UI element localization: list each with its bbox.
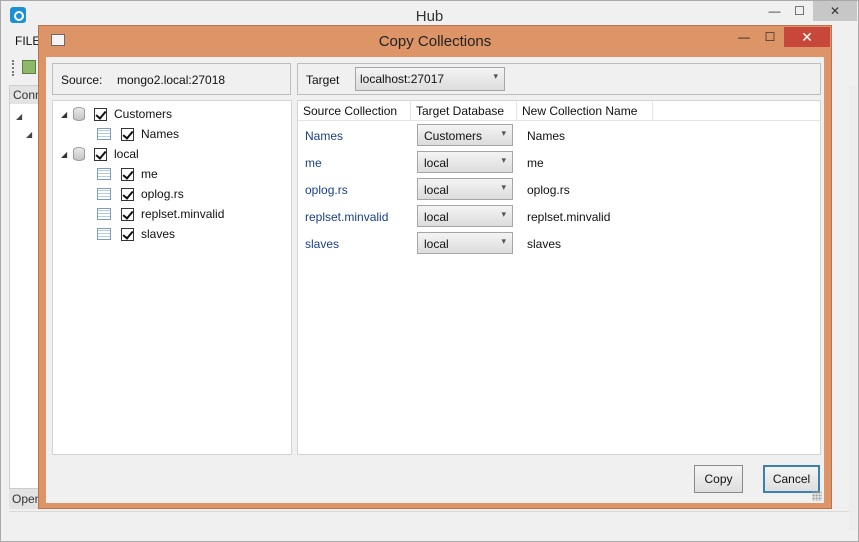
target-database-value: local [424,237,449,251]
new-collection-name-cell[interactable]: slaves [527,237,561,251]
target-database-value: Customers [424,129,483,143]
source-label: Source: [61,73,103,87]
database-icon [73,107,85,121]
chevron-down-icon: ▾ [501,128,506,138]
tree-label: Names [141,127,180,141]
database-icon [73,147,85,161]
source-collection-cell: replset.minvalid [305,210,389,224]
tree-node-customers[interactable]: ◢ Customers [61,105,172,123]
new-collection-name-cell[interactable]: Names [527,129,565,143]
collection-icon [97,228,111,240]
connections-panel: Connections ◢ ◢ [9,85,42,489]
collapse-triangle-icon[interactable]: ◢ [26,130,32,139]
target-database-dropdown[interactable]: local ▾ [417,178,513,200]
tree-node-me[interactable]: me [97,165,158,183]
table-row[interactable]: replset.minvalid local ▾ replset.minvali… [298,203,820,230]
tree-label: slaves [141,227,176,241]
source-collection-cell: Names [305,129,344,143]
new-collection-name-cell[interactable]: me [527,156,544,170]
target-label: Target [306,73,340,87]
tree-node-replset-minvalid[interactable]: replset.minvalid [97,205,224,223]
main-maximize-button[interactable]: ☐ [786,1,813,21]
new-collection-name-cell[interactable]: oplog.rs [527,183,570,197]
main-window-title: Hub [415,8,444,25]
tree-node-slaves[interactable]: slaves [97,225,175,243]
collection-icon [97,208,111,220]
main-minimize-button[interactable]: — [761,1,788,21]
expand-arrow-icon[interactable]: ◢ [61,150,73,159]
chevron-down-icon: ▾ [501,155,506,165]
table-row[interactable]: oplog.rs local ▾ oplog.rs [298,176,820,203]
checkbox-customers[interactable] [94,107,107,121]
collection-icon [97,188,111,200]
dialog-title: Copy Collections [378,33,492,50]
new-collection-name-cell[interactable]: replset.minvalid [527,210,610,224]
chevron-down-icon: ▾ [501,236,506,246]
tree-node-local[interactable]: ◢ local [61,145,139,163]
checkbox-replset-minvalid[interactable] [121,207,134,221]
dialog-close-button[interactable]: ✕ [784,27,830,47]
collections-tree: ◢ Customers Names ◢ local me oplog.rs re… [52,100,292,455]
checkbox-oplog[interactable] [121,187,134,201]
main-scrollbar[interactable] [849,85,857,531]
tree-label: me [141,167,158,181]
target-server-dropdown[interactable]: localhost:27017 ▾ [355,67,505,91]
table-row[interactable]: slaves local ▾ slaves [298,230,820,257]
collection-icon [97,168,111,180]
main-bottom-area [9,511,849,533]
chevron-down-icon: ▾ [501,182,506,192]
collapse-triangle-icon[interactable]: ◢ [16,112,22,121]
dialog-minimize-button[interactable]: — [731,27,757,47]
source-box: Source: mongo2.local:27018 [52,63,291,95]
target-database-dropdown[interactable]: local ▾ [417,151,513,173]
source-collection-cell: oplog.rs [305,183,348,197]
mapping-grid: Source Collection Target Database New Co… [297,100,821,455]
tree-label: Customers [114,107,173,121]
column-header-target-db[interactable]: Target Database [411,101,517,121]
expand-arrow-icon[interactable]: ◢ [61,110,73,119]
tree-label: local [114,147,139,161]
target-server-value: localhost:27017 [360,72,445,86]
tree-node-oplog[interactable]: oplog.rs [97,185,184,203]
checkbox-slaves[interactable] [121,227,134,241]
target-database-dropdown[interactable]: Customers ▾ [417,124,513,146]
tree-label: oplog.rs [141,187,184,201]
tree-node-names[interactable]: Names [97,125,179,143]
source-value: mongo2.local:27018 [117,73,226,87]
dialog-body: Source: mongo2.local:27018 Target localh… [46,57,824,503]
add-connection-icon[interactable] [22,60,36,74]
table-row[interactable]: me local ▾ me [298,149,820,176]
column-header-new-name[interactable]: New Collection Name [517,101,653,121]
collection-icon [97,128,111,140]
target-database-value: local [424,156,449,170]
tree-label: replset.minvalid [141,207,225,221]
grid-header: Source Collection Target Database New Co… [298,101,820,121]
chevron-down-icon: ▾ [493,71,498,81]
copy-collections-dialog: Copy Collections — ☐ ✕ Source: mongo2.lo… [38,25,832,509]
source-collection-cell: me [305,156,322,170]
copy-button[interactable]: Copy [694,465,743,493]
dialog-maximize-button[interactable]: ☐ [757,27,783,47]
checkbox-local[interactable] [94,147,107,161]
target-database-value: local [424,183,449,197]
target-box: Target localhost:27017 ▾ [297,63,821,95]
chevron-down-icon: ▾ [501,209,506,219]
cancel-button[interactable]: Cancel [763,465,820,493]
column-header-source[interactable]: Source Collection [298,101,411,121]
status-bar-label: Open [9,489,41,509]
target-database-dropdown[interactable]: local ▾ [417,205,513,227]
checkbox-names[interactable] [121,127,134,141]
source-collection-cell: slaves [305,237,340,251]
table-row[interactable]: Names Customers ▾ Names [298,122,820,149]
checkbox-me[interactable] [121,167,134,181]
resize-grip-icon[interactable] [812,491,822,501]
toolbar-grip[interactable] [12,60,14,76]
target-database-value: local [424,210,449,224]
main-close-button[interactable]: ✕ [813,1,857,21]
target-database-dropdown[interactable]: local ▾ [417,232,513,254]
dialog-titlebar[interactable]: Copy Collections — ☐ ✕ [39,26,831,56]
